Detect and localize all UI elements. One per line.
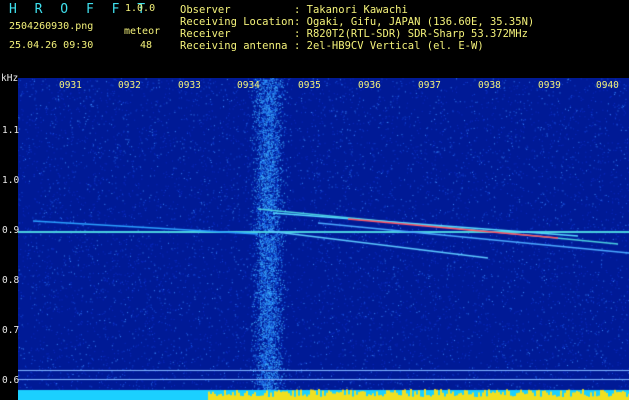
x-tick-label: 0932 bbox=[118, 80, 141, 91]
info-label-antenna: Receiving antenna bbox=[180, 40, 288, 52]
info-value-location: : Ogaki, Gifu, JAPAN (136.60E, 35.35N) bbox=[294, 16, 535, 28]
x-tick-label: 0939 bbox=[538, 80, 561, 91]
y-tick-label: 1.1 bbox=[2, 125, 20, 136]
info-value-observer: : Takanori Kawachi bbox=[294, 4, 408, 16]
hrofft-screen: H R O F F T 1.0.0 2504260930.png 25.04.2… bbox=[0, 0, 629, 400]
y-axis-unit: kHz bbox=[1, 73, 19, 84]
x-tick-label: 0938 bbox=[478, 80, 501, 91]
x-tick-label: 0933 bbox=[178, 80, 201, 91]
x-tick-label: 0934 bbox=[237, 80, 260, 91]
y-tick-label: 0.9 bbox=[2, 225, 20, 236]
meteor-count: 48 bbox=[140, 40, 153, 51]
y-tick-label: 0.6 bbox=[2, 375, 20, 386]
info-value-antenna: : 2el-HB9CV Vertical (el. E-W) bbox=[294, 40, 484, 52]
x-tick-label: 0940 bbox=[596, 80, 619, 91]
spectrogram-plot bbox=[18, 78, 629, 400]
y-tick-label: 1.0 bbox=[2, 175, 20, 186]
image-filename: 2504260930.png bbox=[9, 21, 94, 32]
header-panel: H R O F F T 1.0.0 2504260930.png 25.04.2… bbox=[0, 0, 629, 78]
y-tick-label: 0.7 bbox=[2, 325, 20, 336]
x-tick-label: 0935 bbox=[298, 80, 321, 91]
x-tick-label: 0937 bbox=[418, 80, 441, 91]
info-value-receiver: : R820T2(RTL-SDR) SDR-Sharp 53.372MHz bbox=[294, 28, 528, 40]
x-tick-label: 0936 bbox=[358, 80, 381, 91]
y-tick-label: 0.8 bbox=[2, 275, 20, 286]
info-label-location: Receiving Location bbox=[180, 16, 294, 28]
info-label-receiver: Receiver bbox=[180, 28, 231, 40]
observation-datetime: 25.04.26 09:30 bbox=[9, 40, 94, 51]
info-label-observer: Observer bbox=[180, 4, 231, 16]
x-tick-label: 0931 bbox=[59, 80, 82, 91]
meteor-label: meteor bbox=[124, 26, 161, 37]
app-version: 1.0.0 bbox=[125, 3, 156, 14]
